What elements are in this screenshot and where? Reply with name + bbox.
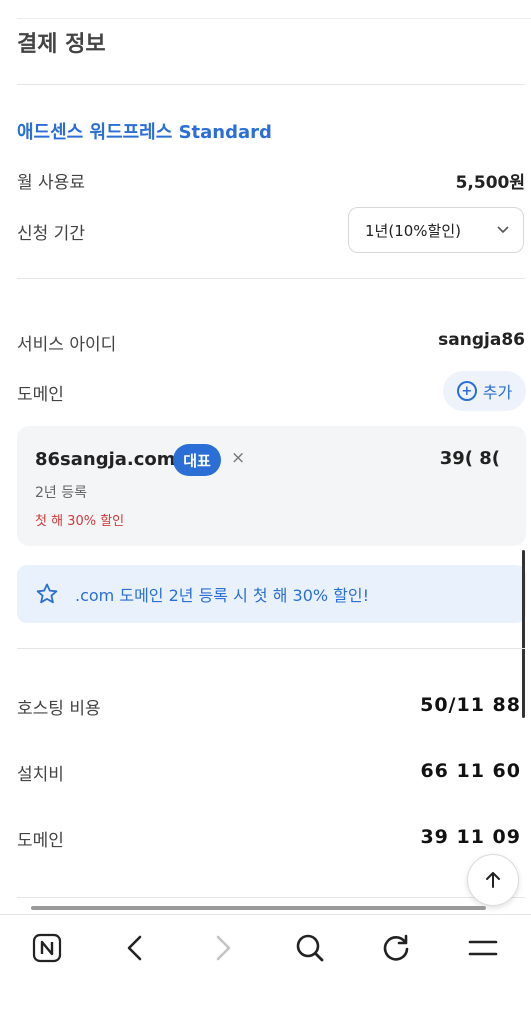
monthly-fee-value: 5,500원 — [455, 173, 525, 193]
fee-label: 설치비 — [17, 765, 64, 785]
divider — [17, 648, 525, 649]
domain-discount: 첫 해 30% 할인 — [35, 514, 125, 529]
divider — [17, 278, 525, 279]
naver-home-button[interactable] — [27, 930, 67, 966]
search-button[interactable] — [290, 930, 330, 966]
domain-card: 86sangja.com 대표 × 39( 8( 2년 등록 첫 해 30% 할… — [17, 426, 526, 546]
domain-price: 39( 8( — [439, 448, 500, 469]
remove-domain-button[interactable]: × — [231, 448, 245, 468]
service-id-label: 서비스 아이디 — [17, 335, 117, 355]
product-name: 애드센스 워드프레스 Standard — [17, 122, 272, 143]
fee-label: 호스팅 비용 — [17, 699, 101, 719]
section-title: 결제 정보 — [17, 32, 106, 57]
naver-n-icon — [32, 933, 62, 963]
menu-button[interactable] — [463, 930, 503, 966]
period-select[interactable]: 1년(10%할인) — [348, 207, 524, 253]
plus-circle-icon: + — [456, 381, 477, 401]
chevron-down-icon — [497, 223, 509, 237]
arrow-up-icon — [486, 872, 500, 888]
divider — [17, 84, 525, 85]
domain-label: 도메인 — [17, 385, 64, 405]
menu-icon — [468, 940, 498, 956]
star-icon — [36, 583, 58, 604]
fee-value: 66 11 60 — [420, 760, 521, 782]
monthly-fee-label: 월 사용료 — [17, 173, 85, 193]
forward-button[interactable] — [203, 930, 243, 966]
divider — [17, 897, 525, 898]
domain-name: 86sangja.com — [35, 449, 176, 470]
period-selected-value: 1년(10%할인) — [365, 221, 461, 240]
service-id-value: sangja86 — [438, 330, 525, 350]
top-divider — [17, 18, 531, 19]
add-domain-label: 추가 — [482, 383, 513, 402]
fee-value: 50/11 88 — [420, 694, 521, 716]
forward-icon — [216, 935, 231, 961]
primary-badge: 대표 — [173, 444, 221, 476]
refresh-button[interactable] — [376, 930, 416, 966]
browser-toolbar — [0, 914, 531, 1025]
refresh-icon — [383, 934, 409, 961]
period-label: 신청 기간 — [17, 224, 85, 244]
scrollbar[interactable] — [522, 550, 525, 718]
scroll-indicator — [31, 906, 486, 910]
promo-banner: .com 도메인 2년 등록 시 첫 해 30% 할인! — [17, 565, 526, 623]
scroll-top-button[interactable] — [467, 854, 519, 906]
search-icon — [296, 934, 324, 962]
back-icon — [127, 935, 142, 961]
back-button[interactable] — [115, 930, 155, 966]
fee-value: 39 11 09 — [420, 826, 521, 848]
domain-years: 2년 등록 — [35, 485, 87, 501]
add-domain-button[interactable]: + 추가 — [443, 371, 526, 411]
fee-label: 도메인 — [17, 831, 64, 851]
promo-text: .com 도메인 2년 등록 시 첫 해 30% 할인! — [75, 586, 370, 605]
